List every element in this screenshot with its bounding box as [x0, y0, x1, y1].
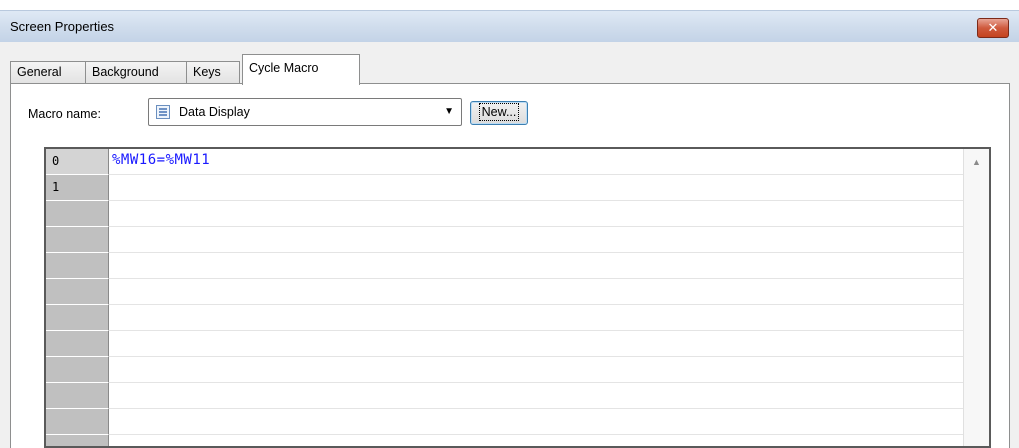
editor-row[interactable]: [46, 227, 964, 253]
screen-properties-dialog: Screen Properties ✕ General Background K…: [0, 0, 1019, 448]
editor-row[interactable]: [46, 201, 964, 227]
tab-background[interactable]: Background: [85, 61, 187, 84]
row-number[interactable]: [46, 201, 109, 227]
tab-general[interactable]: General: [10, 61, 86, 84]
editor-row[interactable]: 0 %MW16=%MW11: [46, 149, 964, 175]
scroll-up-arrow-icon[interactable]: ▲: [972, 157, 981, 167]
vertical-scrollbar[interactable]: ▲: [963, 149, 989, 446]
new-macro-button[interactable]: New...: [470, 101, 528, 125]
row-number[interactable]: [46, 279, 109, 305]
row-number[interactable]: 1: [46, 175, 109, 201]
row-number[interactable]: [46, 227, 109, 253]
chevron-down-icon[interactable]: ▼: [444, 106, 454, 117]
macro-code-editor[interactable]: 0 %MW16=%MW11 1 ▲: [44, 147, 991, 448]
editor-row[interactable]: [46, 435, 964, 446]
editor-row[interactable]: 1: [46, 175, 964, 201]
window-title: Screen Properties: [10, 19, 115, 34]
tab-cycle-macro[interactable]: Cycle Macro: [242, 54, 360, 85]
row-number[interactable]: [46, 305, 109, 331]
editor-row[interactable]: [46, 383, 964, 409]
row-number[interactable]: [46, 331, 109, 357]
close-icon: ✕: [987, 20, 999, 35]
editor-row[interactable]: [46, 279, 964, 305]
editor-row[interactable]: [46, 253, 964, 279]
row-number[interactable]: 0: [46, 149, 109, 175]
title-bar[interactable]: Screen Properties ✕: [0, 10, 1019, 42]
tab-strip: General Background Keys Cycle Macro: [10, 54, 1010, 85]
row-number[interactable]: [46, 435, 109, 446]
macro-name-label: Macro name:: [28, 107, 101, 121]
list-lines-icon: [156, 105, 170, 119]
close-button[interactable]: ✕: [977, 18, 1009, 38]
new-button-label: New...: [478, 103, 520, 121]
editor-row[interactable]: [46, 357, 964, 383]
tab-keys[interactable]: Keys: [186, 61, 240, 84]
row-number[interactable]: [46, 409, 109, 435]
macro-name-value: Data Display: [179, 105, 250, 119]
macro-name-dropdown[interactable]: Data Display ▼: [148, 98, 462, 126]
row-number[interactable]: [46, 253, 109, 279]
row-number[interactable]: [46, 357, 109, 383]
editor-row[interactable]: [46, 331, 964, 357]
row-code-text[interactable]: %MW16=%MW11: [112, 149, 210, 175]
editor-row[interactable]: [46, 409, 964, 435]
editor-row[interactable]: [46, 305, 964, 331]
row-number[interactable]: [46, 383, 109, 409]
